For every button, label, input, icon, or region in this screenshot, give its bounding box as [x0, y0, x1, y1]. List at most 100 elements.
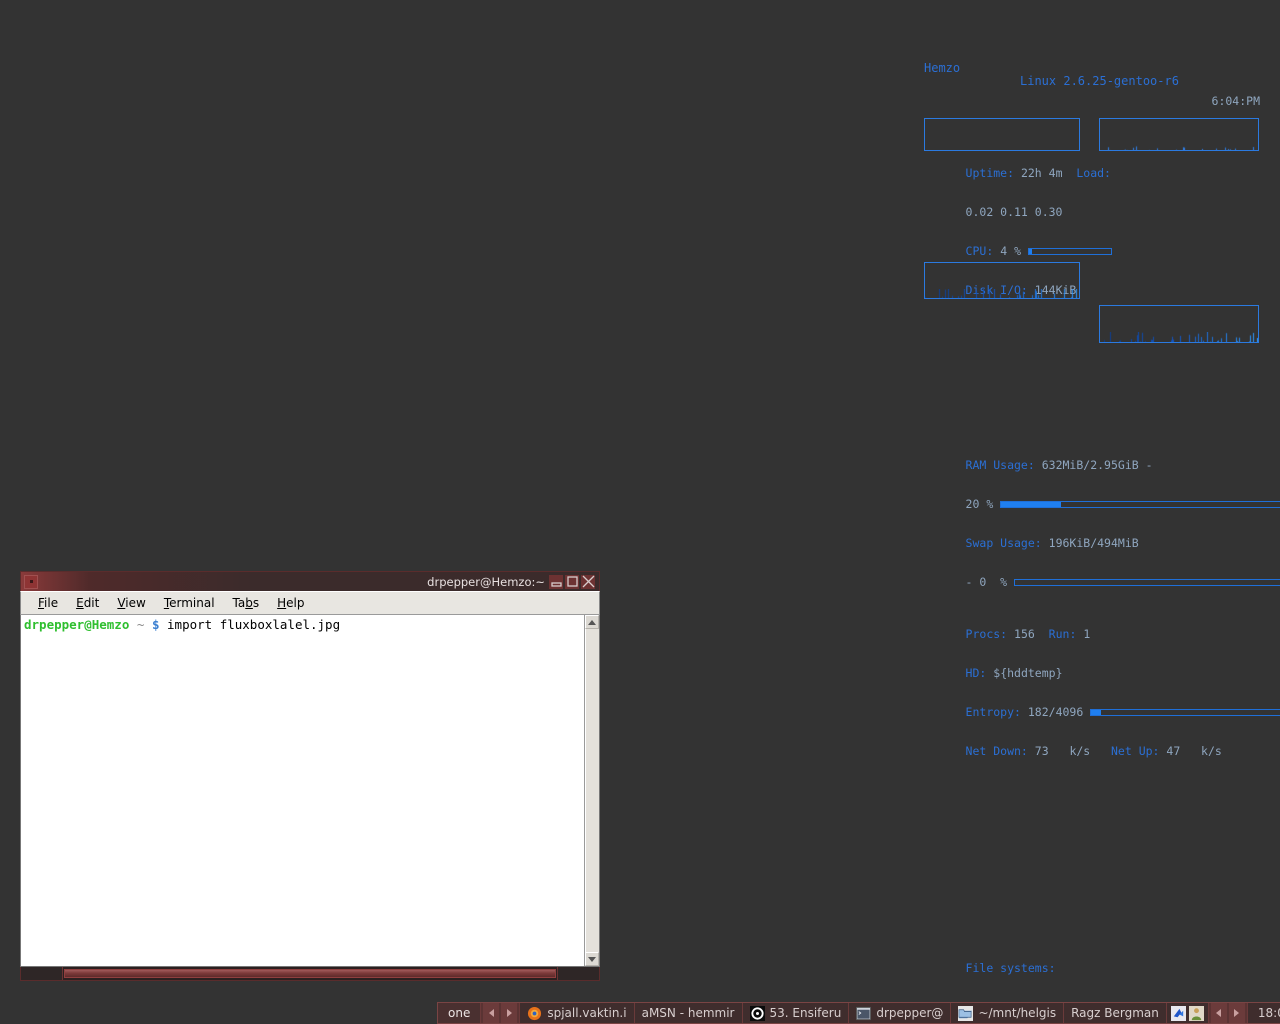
- taskbar-item-label: 53. Ensiferu: [770, 1006, 842, 1020]
- diskio-graph: [924, 118, 1080, 151]
- taskbar-clock[interactable]: 18:04: [1248, 1003, 1280, 1023]
- scroll-up-icon: [588, 620, 596, 625]
- load-value: 0.02 0.11 0.30: [966, 205, 1063, 219]
- task-list[interactable]: spjall.vaktin.i aMSN - hemmir 53. Ensiferu…: [520, 1003, 1167, 1023]
- cpu-unit: %: [1014, 244, 1021, 258]
- cpu-graph: [1099, 118, 1259, 151]
- taskbar-item-label: spjall.vaktin.i: [547, 1006, 626, 1020]
- conky-net-row: Net Down: 73 k/s Net Up: 47 k/s: [924, 732, 1260, 745]
- menu-edit[interactable]: Edit: [67, 594, 108, 612]
- procs-label: Procs:: [966, 627, 1008, 641]
- amsn-tray-icon[interactable]: [1189, 1006, 1204, 1021]
- next-workspace-icon[interactable]: [501, 1003, 517, 1023]
- conky-load-row: 0.02 0.11 0.30: [924, 193, 1260, 206]
- conky-hd-row: HD: ${hddtemp}: [924, 654, 1260, 667]
- run-value: 1: [1083, 627, 1090, 641]
- minimize-button[interactable]: [549, 575, 563, 589]
- system-tray[interactable]: [1167, 1003, 1209, 1023]
- fluxbox-toolbar[interactable]: one spjall.vaktin.i aMSN - hemmir 53. Ensi…: [437, 1002, 1280, 1024]
- resize-grip-right[interactable]: [557, 967, 599, 980]
- netdown-value: 73: [1035, 744, 1049, 758]
- filesystems-title: File systems:: [924, 949, 1260, 962]
- terminal-icon: [856, 1006, 871, 1021]
- prev-icon[interactable]: [1211, 1003, 1227, 1023]
- taskbar-item-label: aMSN - hemmir: [642, 1006, 735, 1020]
- prompt-user: drpepper@Hemzo: [24, 617, 129, 632]
- cpu-bar: [1028, 248, 1112, 255]
- entropy-bar: [1090, 709, 1280, 716]
- conky-swap-bar-row: - 0 %: [924, 563, 1260, 576]
- prev-workspace-icon[interactable]: [483, 1003, 499, 1023]
- swap-value: 196KiB/494MiB: [1049, 536, 1139, 550]
- close-button[interactable]: [581, 575, 595, 589]
- swap-percent: - 0 %: [966, 575, 1008, 589]
- menu-help[interactable]: Help: [268, 594, 313, 612]
- scroll-down-icon: [588, 957, 596, 962]
- terminal-window[interactable]: drpepper@Hemzo:~ FileEditViewTerminalTab…: [20, 571, 600, 986]
- next-icon[interactable]: [1229, 1003, 1245, 1023]
- audacious-icon: [750, 1006, 765, 1021]
- net-up-graph: [1099, 305, 1259, 343]
- window-buttons[interactable]: [549, 575, 599, 589]
- taskbar-item[interactable]: ~/mnt/helgis: [951, 1003, 1064, 1023]
- terminal-output[interactable]: drpepper@Hemzo ~ $ import fluxboxlalel.j…: [21, 615, 584, 966]
- conky-ram-row: RAM Usage: 632MiB/2.95GiB -: [924, 446, 1260, 459]
- conky-entropy-row: Entropy: 182/4096: [924, 693, 1260, 706]
- conky-kernel: Linux 2.6.25-gentoo-r6: [1020, 75, 1179, 88]
- resize-grip-left[interactable]: [21, 967, 63, 980]
- conky-system-monitor: Hemzo Linux 2.6.25-gentoo-r6 6:04:PM Upt…: [924, 10, 1260, 690]
- uptime-value: 22h 4m: [1021, 166, 1063, 180]
- menu-tabs[interactable]: Tabs: [224, 594, 269, 612]
- window-resize-handle[interactable]: [20, 967, 600, 981]
- maximize-button[interactable]: [565, 575, 579, 589]
- terminal-menubar[interactable]: FileEditViewTerminalTabsHelp: [20, 591, 600, 615]
- load-label: Load:: [1076, 166, 1111, 180]
- conky-uptime-row: Uptime: 22h 4m Load:: [924, 154, 1260, 167]
- filesystem-root-row: / 35.24GiB/68.66GiB: [924, 988, 1260, 1001]
- taskbar-item[interactable]: drpepper@: [849, 1003, 951, 1023]
- menu-view[interactable]: View: [108, 594, 154, 612]
- tray-arrows[interactable]: [1209, 1003, 1248, 1023]
- entropy-value: 182/4096: [1028, 705, 1083, 719]
- ram-label: RAM Usage:: [966, 458, 1035, 472]
- taskbar-item[interactable]: Ragz Bergman: [1064, 1003, 1167, 1023]
- audacious-tray-icon[interactable]: [1171, 1006, 1186, 1021]
- taskbar-item[interactable]: aMSN - hemmir: [635, 1003, 743, 1023]
- hd-value: ${hddtemp}: [993, 666, 1062, 680]
- netup-label: Net Up:: [1111, 744, 1159, 758]
- taskbar-item-label: drpepper@: [876, 1006, 943, 1020]
- terminal-command: import fluxboxlalel.jpg: [167, 617, 340, 632]
- filemanager-icon: [958, 1006, 973, 1021]
- ram-percent: 20 %: [966, 497, 994, 511]
- conky-ram-bar-row: 20 %: [924, 485, 1260, 498]
- workspace-name[interactable]: one: [438, 1003, 481, 1023]
- run-label: Run:: [1049, 627, 1077, 641]
- conky-cpu-row: CPU: 4 %: [924, 232, 1260, 245]
- scroll-down-button[interactable]: [585, 952, 599, 966]
- cpu-label: CPU:: [966, 244, 994, 258]
- swap-label: Swap Usage:: [966, 536, 1042, 550]
- firefox-icon: [527, 1006, 542, 1021]
- ram-value: 632MiB/2.95GiB -: [1042, 458, 1153, 472]
- conky-hostname: Hemzo: [924, 62, 960, 75]
- menu-file[interactable]: File: [29, 594, 67, 612]
- taskbar-item[interactable]: 53. Ensiferu: [743, 1003, 850, 1023]
- menu-terminal[interactable]: Terminal: [155, 594, 224, 612]
- scroll-up-button[interactable]: [585, 615, 599, 629]
- scrollbar-track[interactable]: [585, 629, 599, 952]
- desktop: Hemzo Linux 2.6.25-gentoo-r6 6:04:PM Upt…: [0, 0, 1280, 1024]
- handle-bar: [64, 969, 556, 978]
- conky-time-row: 6:04:PM: [924, 91, 1260, 115]
- terminal-body[interactable]: drpepper@Hemzo ~ $ import fluxboxlalel.j…: [20, 615, 600, 967]
- terminal-icon[interactable]: [24, 575, 38, 589]
- netdown-unit: k/s: [1069, 744, 1090, 758]
- ram-bar: [1000, 501, 1280, 508]
- taskbar-item[interactable]: spjall.vaktin.i: [520, 1003, 634, 1023]
- netup-unit: k/s: [1201, 744, 1222, 758]
- uptime-label: Uptime:: [966, 166, 1014, 180]
- terminal-titlebar[interactable]: drpepper@Hemzo:~: [20, 571, 600, 591]
- terminal-scrollbar[interactable]: [584, 615, 599, 966]
- hd-label: HD:: [966, 666, 987, 680]
- net-down-graph: [924, 262, 1080, 299]
- workspace-arrows[interactable]: [481, 1003, 520, 1023]
